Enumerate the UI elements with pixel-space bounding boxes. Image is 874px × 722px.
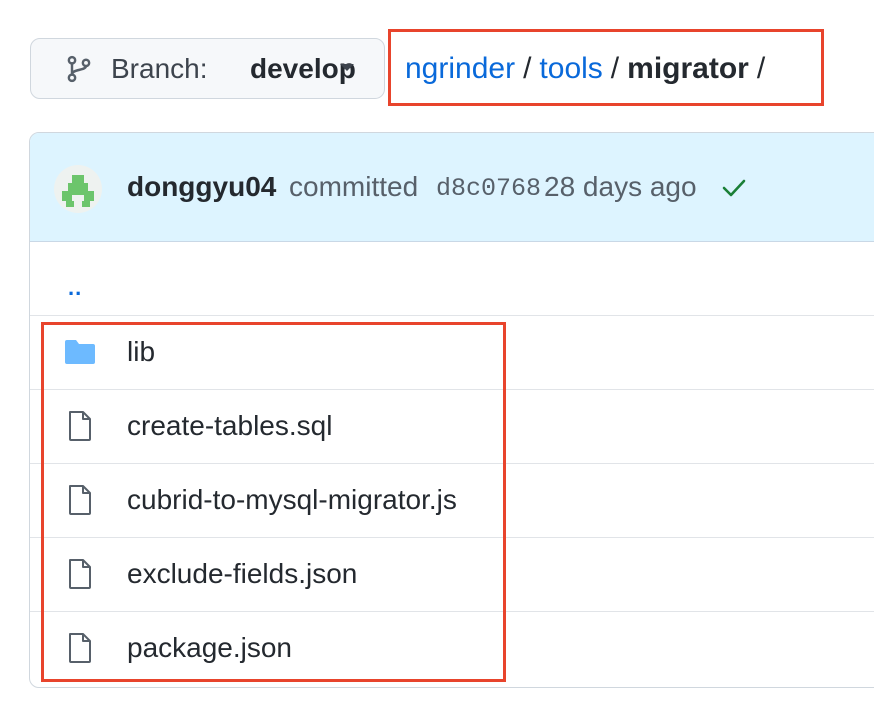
file-icon: [69, 485, 91, 515]
file-browser: donggyu04 committed d8c0768 28 days ago …: [29, 132, 874, 688]
folder-icon: [65, 340, 95, 364]
commit-time: 28 days ago: [544, 171, 697, 202]
breadcrumb: ngrinder / tools / migrator /: [405, 49, 773, 89]
list-item[interactable]: lib: [30, 315, 874, 389]
breadcrumb-link-ngrinder[interactable]: ngrinder: [405, 52, 515, 86]
branch-selector-button[interactable]: Branch: develop: [30, 38, 385, 99]
list-item[interactable]: create-tables.sql: [30, 389, 874, 463]
list-item[interactable]: package.json: [30, 611, 874, 685]
identicon-icon: [62, 175, 94, 207]
branch-label: Branch:: [111, 52, 208, 84]
parent-directory-row[interactable]: ..: [30, 241, 874, 314]
file-name-package[interactable]: package.json: [127, 632, 292, 664]
file-name-lib[interactable]: lib: [127, 336, 155, 368]
git-branch-icon: [67, 55, 91, 83]
commit-verb: committed: [289, 171, 419, 202]
file-name-exclude-fields[interactable]: exclude-fields.json: [127, 558, 357, 590]
commit-author-link[interactable]: donggyu04: [127, 171, 276, 203]
latest-commit-bar: donggyu04 committed d8c0768 28 days ago: [30, 133, 874, 242]
avatar[interactable]: [54, 165, 102, 213]
breadcrumb-separator: /: [610, 52, 620, 85]
file-name-create-tables[interactable]: create-tables.sql: [127, 410, 332, 442]
file-icon: [69, 633, 91, 663]
breadcrumb-separator: /: [756, 52, 766, 85]
breadcrumb-separator: /: [523, 52, 532, 85]
parent-directory-link[interactable]: ..: [68, 275, 82, 301]
file-name-cubrid-to-mysql-migrator[interactable]: cubrid-to-mysql-migrator.js: [127, 484, 457, 516]
list-item[interactable]: exclude-fields.json: [30, 537, 874, 611]
caret-down-icon: [340, 64, 354, 71]
breadcrumb-current-migrator: migrator: [627, 52, 749, 85]
list-item[interactable]: cubrid-to-mysql-migrator.js: [30, 463, 874, 537]
breadcrumb-link-tools[interactable]: tools: [539, 52, 602, 86]
commit-sha-link[interactable]: d8c0768: [436, 174, 541, 203]
file-icon: [69, 411, 91, 441]
file-icon: [69, 559, 91, 589]
check-icon[interactable]: [721, 177, 747, 199]
